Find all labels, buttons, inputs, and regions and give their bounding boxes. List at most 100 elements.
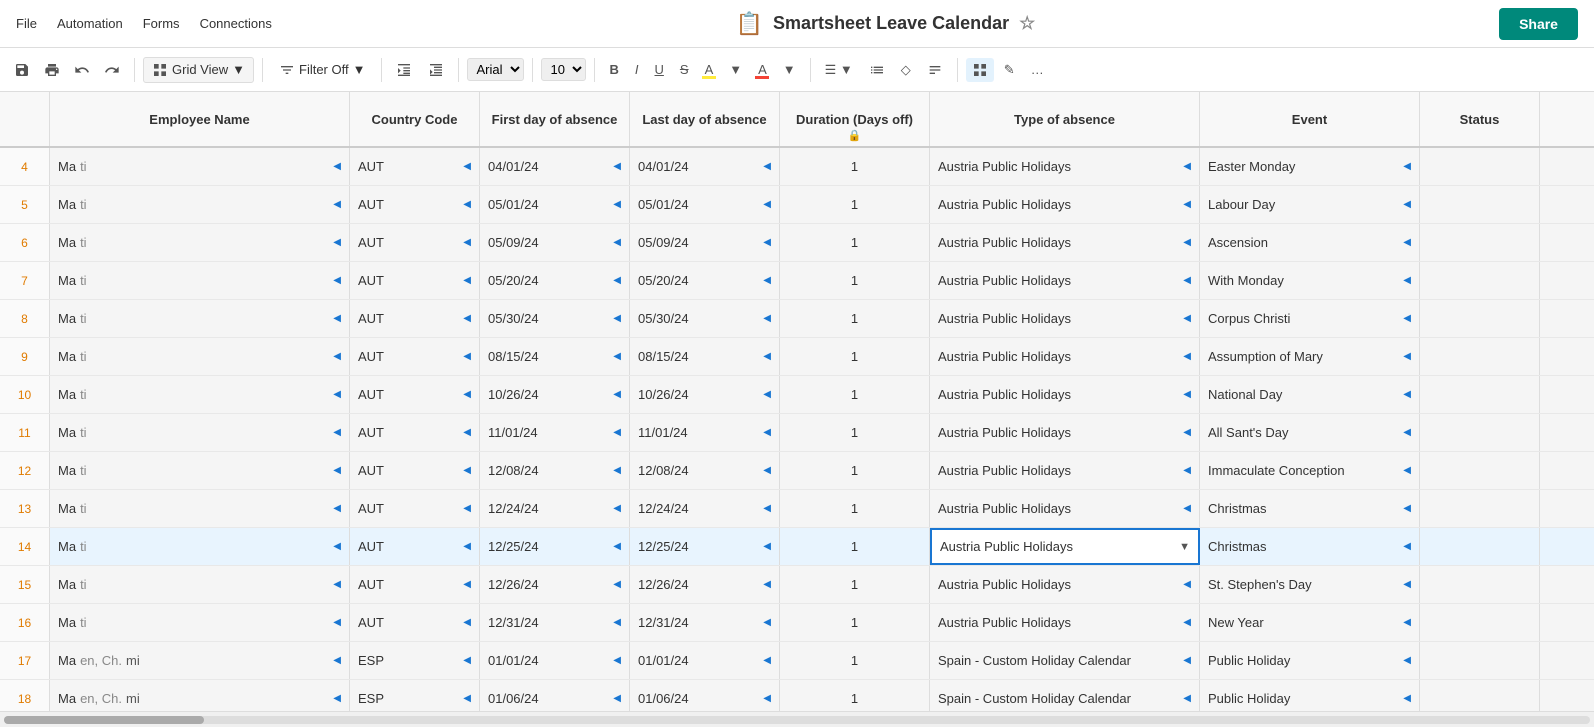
table-row[interactable]: 8 Ma ti ◀ AUT ◀ 05/30/24 ◀ 05/30/24 ◀ 1 …: [0, 300, 1594, 338]
table-row[interactable]: 12 Ma ti ◀ AUT ◀ 12/08/24 ◀ 12/08/24 ◀ 1…: [0, 452, 1594, 490]
menu-connections[interactable]: Connections: [200, 16, 272, 31]
table-row[interactable]: 18 Ma en, Ch. mi ◀ ESP ◀ 01/06/24 ◀ 01/0…: [0, 680, 1594, 711]
font-selector[interactable]: Arial: [467, 58, 524, 81]
list-button[interactable]: [863, 58, 891, 82]
cell-duration[interactable]: 1: [780, 186, 930, 223]
cell-duration[interactable]: 1: [780, 338, 930, 375]
cell-first-day[interactable]: 05/20/24 ◀: [480, 262, 630, 299]
cell-duration[interactable]: 1: [780, 300, 930, 337]
print-button[interactable]: [38, 58, 66, 82]
clear-button[interactable]: ◇: [895, 58, 917, 82]
cell-first-day[interactable]: 05/01/24 ◀: [480, 186, 630, 223]
italic-button[interactable]: I: [629, 58, 645, 81]
cell-employee[interactable]: Ma ti ◀: [50, 452, 350, 489]
scroll-track[interactable]: [4, 716, 1590, 724]
cell-event[interactable]: Public Holiday ◀: [1200, 642, 1420, 679]
cell-event[interactable]: Easter Monday ◀: [1200, 148, 1420, 185]
cell-country[interactable]: AUT ◀: [350, 376, 480, 413]
wrap-button[interactable]: [921, 58, 949, 82]
cell-event[interactable]: Public Holiday ◀: [1200, 680, 1420, 711]
cell-duration[interactable]: 1: [780, 528, 930, 565]
cell-employee[interactable]: Ma ti ◀: [50, 224, 350, 261]
menu-forms[interactable]: Forms: [143, 16, 180, 31]
cell-country[interactable]: AUT ◀: [350, 490, 480, 527]
cell-event[interactable]: Immaculate Conception ◀: [1200, 452, 1420, 489]
cell-event[interactable]: With Monday ◀: [1200, 262, 1420, 299]
cell-last-day[interactable]: 11/01/24 ◀: [630, 414, 780, 451]
cell-status[interactable]: [1420, 186, 1540, 223]
cell-status[interactable]: [1420, 224, 1540, 261]
cell-type[interactable]: Austria Public Holidays ◀: [930, 566, 1200, 603]
cell-type[interactable]: Austria Public Holidays ◀: [930, 452, 1200, 489]
cell-country[interactable]: AUT ◀: [350, 186, 480, 223]
cell-status[interactable]: [1420, 262, 1540, 299]
cell-status[interactable]: [1420, 376, 1540, 413]
favorite-icon[interactable]: ☆: [1019, 13, 1035, 34]
undo-button[interactable]: [68, 58, 96, 82]
type-dropdown-icon[interactable]: ▼: [1179, 541, 1190, 553]
cell-type[interactable]: Austria Public Holidays ◀: [930, 414, 1200, 451]
cell-duration[interactable]: 1: [780, 224, 930, 261]
highlight-color-button[interactable]: A: [699, 58, 720, 81]
cell-employee[interactable]: Ma en, Ch. mi ◀: [50, 680, 350, 711]
share-button[interactable]: Share: [1499, 8, 1578, 40]
cell-last-day[interactable]: 04/01/24 ◀: [630, 148, 780, 185]
cell-last-day[interactable]: 05/09/24 ◀: [630, 224, 780, 261]
bold-button[interactable]: B: [603, 58, 624, 81]
cell-first-day[interactable]: 12/25/24 ◀: [480, 528, 630, 565]
table-row[interactable]: 9 Ma ti ◀ AUT ◀ 08/15/24 ◀ 08/15/24 ◀ 1 …: [0, 338, 1594, 376]
cell-duration[interactable]: 1: [780, 604, 930, 641]
cell-status[interactable]: [1420, 300, 1540, 337]
cell-type[interactable]: Austria Public Holidays ◀: [930, 338, 1200, 375]
cell-status[interactable]: [1420, 604, 1540, 641]
cell-first-day[interactable]: 01/06/24 ◀: [480, 680, 630, 711]
cell-employee[interactable]: Ma ti ◀: [50, 414, 350, 451]
cell-employee[interactable]: Ma ti ◀: [50, 490, 350, 527]
scroll-thumb[interactable]: [4, 716, 204, 724]
cell-country[interactable]: AUT ◀: [350, 414, 480, 451]
cell-event[interactable]: Ascension ◀: [1200, 224, 1420, 261]
cell-first-day[interactable]: 01/01/24 ◀: [480, 642, 630, 679]
cell-last-day[interactable]: 05/20/24 ◀: [630, 262, 780, 299]
cell-last-day[interactable]: 10/26/24 ◀: [630, 376, 780, 413]
table-row[interactable]: 11 Ma ti ◀ AUT ◀ 11/01/24 ◀ 11/01/24 ◀ 1…: [0, 414, 1594, 452]
cell-country[interactable]: AUT ◀: [350, 262, 480, 299]
redo-button[interactable]: [98, 58, 126, 82]
table-row[interactable]: 10 Ma ti ◀ AUT ◀ 10/26/24 ◀ 10/26/24 ◀ 1…: [0, 376, 1594, 414]
cell-event[interactable]: St. Stephen's Day ◀: [1200, 566, 1420, 603]
cell-last-day[interactable]: 05/01/24 ◀: [630, 186, 780, 223]
font-size-selector[interactable]: 10: [541, 58, 586, 81]
cell-employee[interactable]: Ma ti ◀: [50, 300, 350, 337]
cell-type[interactable]: Austria Public Holidays ◀: [930, 186, 1200, 223]
cell-duration[interactable]: 1: [780, 680, 930, 711]
cell-employee[interactable]: Ma en, Ch. mi ◀: [50, 642, 350, 679]
cell-status[interactable]: [1420, 528, 1540, 565]
cell-duration[interactable]: 1: [780, 148, 930, 185]
cell-status[interactable]: [1420, 148, 1540, 185]
cell-type[interactable]: Austria Public Holidays ◀: [930, 490, 1200, 527]
cell-event[interactable]: National Day ◀: [1200, 376, 1420, 413]
cell-type[interactable]: Austria Public Holidays ◀: [930, 604, 1200, 641]
align-button[interactable]: ☰ ▼: [819, 58, 859, 82]
highlight-dropdown-icon[interactable]: ▼: [723, 58, 748, 81]
card-view-button[interactable]: ✎: [998, 58, 1021, 82]
cell-country[interactable]: AUT ◀: [350, 224, 480, 261]
table-row[interactable]: 6 Ma ti ◀ AUT ◀ 05/09/24 ◀ 05/09/24 ◀ 1 …: [0, 224, 1594, 262]
cell-country[interactable]: AUT ◀: [350, 452, 480, 489]
horizontal-scrollbar[interactable]: [0, 711, 1594, 727]
strikethrough-button[interactable]: S: [674, 58, 695, 81]
cell-duration[interactable]: 1: [780, 262, 930, 299]
text-color-dropdown-icon[interactable]: ▼: [777, 58, 802, 81]
underline-button[interactable]: U: [649, 58, 670, 81]
filter-selector[interactable]: Filter Off ▼: [271, 58, 373, 82]
cell-type[interactable]: Spain - Custom Holiday Calendar ◀: [930, 642, 1200, 679]
view-selector[interactable]: Grid View ▼: [143, 57, 254, 83]
cell-last-day[interactable]: 12/25/24 ◀: [630, 528, 780, 565]
table-row[interactable]: 7 Ma ti ◀ AUT ◀ 05/20/24 ◀ 05/20/24 ◀ 1 …: [0, 262, 1594, 300]
cell-status[interactable]: [1420, 566, 1540, 603]
grid-view-button[interactable]: [966, 58, 994, 82]
cell-last-day[interactable]: 12/24/24 ◀: [630, 490, 780, 527]
indent-right-button[interactable]: [422, 58, 450, 82]
cell-first-day[interactable]: 05/30/24 ◀: [480, 300, 630, 337]
cell-duration[interactable]: 1: [780, 376, 930, 413]
